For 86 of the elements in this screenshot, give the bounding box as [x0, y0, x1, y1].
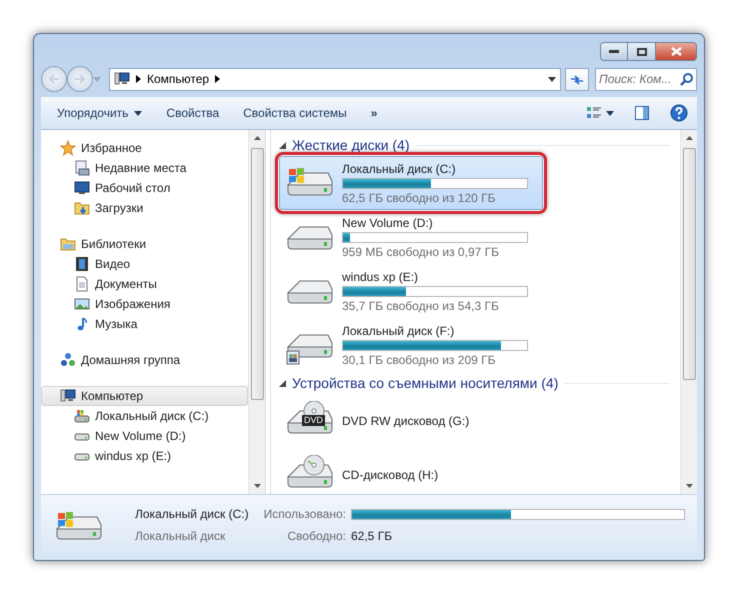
- nav-item[interactable]: New Volume (D:): [41, 426, 248, 446]
- scroll-down-icon[interactable]: [254, 484, 260, 488]
- minimize-icon: [609, 50, 619, 54]
- refresh-button[interactable]: [565, 68, 589, 90]
- folder-icon: [60, 236, 76, 252]
- nav-item[interactable]: Изображения: [41, 294, 248, 314]
- nav-item[interactable]: Рабочий стол: [41, 178, 248, 198]
- free-space-text: 30,1 ГБ свободно из 209 ГБ: [342, 352, 496, 366]
- toolbar-button[interactable]: Упорядочить: [47, 102, 152, 124]
- close-icon: [670, 47, 682, 56]
- drive-name: Локальный диск (F:): [342, 324, 456, 338]
- drive-tile[interactable]: New Volume (D:) 959 МБ свободно из 0,97 ГБ: [279, 210, 543, 264]
- free-space-text: 959 МБ свободно из 0,97 ГБ: [342, 244, 500, 258]
- drive-name: New Volume (D:): [342, 216, 434, 230]
- picture-icon: [74, 296, 90, 312]
- nav-item[interactable]: Недавние места: [41, 158, 248, 178]
- search-icon: [680, 72, 693, 86]
- document-icon: [74, 276, 90, 292]
- minimize-button[interactable]: [600, 42, 628, 61]
- pane-icon: [634, 105, 650, 121]
- breadcrumb[interactable]: Компьютер: [147, 72, 210, 86]
- nav-item[interactable]: Видео: [41, 254, 248, 274]
- caret-icon: [606, 110, 614, 116]
- dropdown-caret-icon[interactable]: [548, 76, 556, 82]
- scrollbar[interactable]: [248, 130, 265, 494]
- used-label: Использовано:: [262, 507, 347, 521]
- drive-tile[interactable]: windus xp (E:) 35,7 ГБ свободно из 54,3 ГБ: [279, 264, 543, 318]
- nav-item[interactable]: Локальный диск (C:): [41, 406, 248, 426]
- drive-name: windus xp (E:): [342, 270, 420, 284]
- chevron-icon[interactable]: [215, 75, 220, 83]
- drive-type: Локальный диск: [135, 529, 226, 543]
- scrollbar[interactable]: [680, 130, 697, 494]
- view-list-icon: [586, 105, 602, 121]
- scroll-up-icon[interactable]: [254, 136, 260, 140]
- nav-item[interactable]: Компьютер: [41, 386, 248, 406]
- free-space-text: 62,5 ГБ свободно из 120 ГБ: [342, 190, 496, 204]
- drive-tile[interactable]: CD-дисковод (H:): [279, 448, 543, 502]
- drive-name: CD-дисковод (H:): [342, 468, 438, 482]
- drive-tile[interactable]: DVD DVD RW дисковод (G:): [279, 394, 543, 448]
- more-commands-button[interactable]: »: [360, 102, 388, 124]
- computer-icon: [114, 71, 130, 87]
- refresh-icon: [569, 73, 585, 85]
- maximize-button[interactable]: [628, 42, 655, 61]
- maximize-icon: [636, 48, 646, 56]
- chevron-icon[interactable]: [136, 75, 141, 83]
- scroll-thumb[interactable]: [250, 148, 264, 400]
- toolbar-button[interactable]: Свойства: [156, 102, 230, 124]
- homegroup-icon: [60, 352, 76, 368]
- search-field[interactable]: Поиск: Ком...: [595, 68, 697, 90]
- nav-item[interactable]: Загрузки: [41, 198, 248, 218]
- close-button[interactable]: [655, 42, 697, 61]
- monitor-icon: [74, 180, 90, 196]
- drive-icon: [74, 408, 90, 424]
- nav-item[interactable]: Избранное: [41, 138, 248, 158]
- scroll-up-icon[interactable]: [686, 136, 692, 140]
- star-icon: [60, 140, 76, 156]
- scroll-down-icon[interactable]: [686, 484, 692, 488]
- caret-icon: [134, 110, 142, 116]
- drive-name: Локальный диск (C:): [342, 162, 457, 176]
- back-arrow-icon: [48, 74, 60, 84]
- nav-item[interactable]: Домашняя группа: [41, 350, 248, 370]
- forward-arrow-icon: [74, 74, 86, 84]
- drive-tile[interactable]: Локальный диск (F:) 30,1 ГБ свободно из 209 ГБ: [279, 318, 543, 372]
- scroll-thumb[interactable]: [682, 148, 696, 380]
- free-label: Свободно:: [286, 529, 347, 543]
- free-space-text: 35,7 ГБ свободно из 54,3 ГБ: [342, 298, 500, 312]
- folder-icon: [74, 200, 90, 216]
- drive-name: Локальный диск (C:): [135, 507, 250, 521]
- group-header[interactable]: Устройства со съемными носителями (4): [292, 375, 558, 391]
- nav-item[interactable]: Документы: [41, 274, 248, 294]
- collapse-triangle-icon[interactable]: [279, 380, 286, 386]
- nav-item[interactable]: Библиотеки: [41, 234, 248, 254]
- free-space-value: 62,5 ГБ: [351, 529, 394, 543]
- collapse-triangle-icon[interactable]: [279, 142, 286, 148]
- icon-label: DVD: [302, 415, 326, 426]
- film-icon: [74, 256, 90, 272]
- address-field[interactable]: Компьютер: [109, 68, 561, 90]
- help-icon: [670, 104, 688, 122]
- drive-tile[interactable]: Локальный диск (C:) 62,5 ГБ свободно из 120 ГБ: [279, 156, 543, 210]
- drive-name: DVD RW дисковод (G:): [342, 414, 470, 428]
- nav-item[interactable]: Музыка: [41, 314, 248, 334]
- toolbar-button[interactable]: Свойства системы: [233, 102, 357, 124]
- recent-places-icon: [74, 160, 90, 176]
- group-header[interactable]: Жесткие диски (4): [292, 137, 410, 153]
- nav-item[interactable]: windus xp (E:): [41, 446, 248, 466]
- computer-icon: [60, 388, 76, 404]
